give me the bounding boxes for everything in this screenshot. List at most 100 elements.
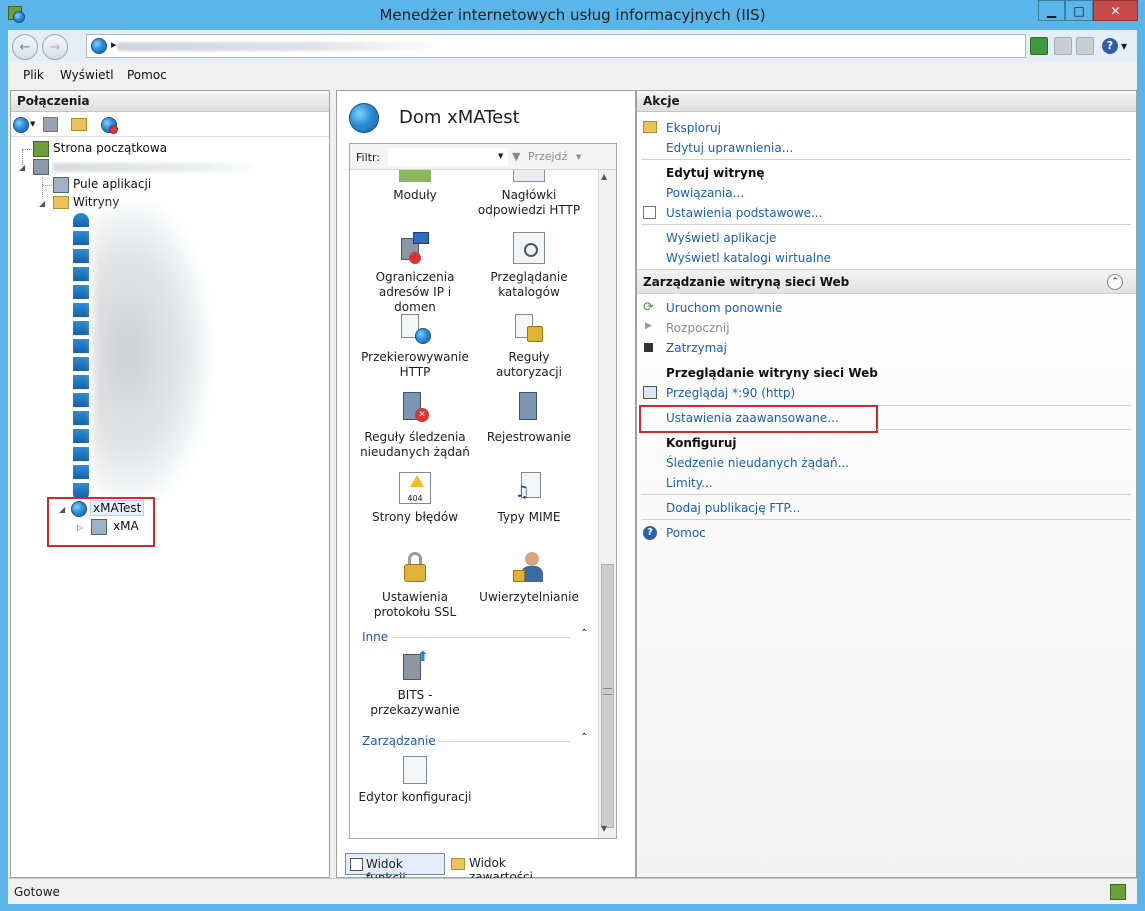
- action-restart[interactable]: Uruchom ponownie: [666, 301, 782, 315]
- tile-mime-types[interactable]: ♫ Typy MIME: [474, 472, 584, 525]
- logging-icon: [513, 392, 545, 424]
- close-button[interactable]: ✕: [1093, 0, 1138, 21]
- action-edit-permissions[interactable]: Edytuj uprawnienia...: [666, 141, 793, 155]
- server-name-redacted: [53, 163, 263, 172]
- action-basic-settings[interactable]: Ustawienia podstawowe...: [666, 206, 822, 220]
- connect-globe-icon[interactable]: [13, 117, 29, 133]
- action-browse[interactable]: Przeglądaj *:90 (http): [666, 386, 795, 400]
- manage-site-section[interactable]: Zarządzanie witryną sieci Web ⌃: [637, 269, 1136, 294]
- minimize-button[interactable]: ▁: [1038, 0, 1065, 21]
- tile-label: Ograniczenia: [375, 270, 455, 284]
- action-help[interactable]: Pomoc: [666, 526, 706, 540]
- action-start[interactable]: Rozpocznij: [666, 321, 730, 335]
- ssl-lock-icon: [399, 552, 431, 584]
- action-add-ftp-publishing[interactable]: Dodaj publikację FTP...: [666, 501, 800, 515]
- warning-icon: [410, 475, 424, 487]
- action-limits[interactable]: Limity...: [666, 476, 713, 490]
- help-button[interactable]: ? ▼: [1102, 36, 1132, 56]
- manage-site-heading: Zarządzanie witryną sieci Web: [643, 275, 850, 289]
- action-view-applications[interactable]: Wyświetl aplikacje: [666, 231, 776, 245]
- tile-label: Reguły autoryzacji: [496, 350, 562, 379]
- stop-icon[interactable]: [1054, 37, 1072, 55]
- connections-tree: Strona początkowa ◢ Pule aplikacji ◢ Wit…: [11, 139, 329, 877]
- tile-http-headers[interactable]: Nagłówki odpowiedzi HTTP: [474, 170, 584, 218]
- action-stop[interactable]: Zatrzymaj: [666, 341, 727, 355]
- scroll-down-icon[interactable]: ▼: [601, 824, 607, 833]
- title-bar[interactable]: Menedżer internetowych usług informacyjn…: [0, 0, 1145, 30]
- action-view-virtual-directories[interactable]: Wyświetl katalogi wirtualne: [666, 251, 831, 265]
- tile-label: przekazywanie: [370, 703, 460, 717]
- error-code-label: 404: [407, 494, 423, 503]
- folder-up-icon[interactable]: [71, 118, 87, 131]
- actions-panel: Akcje Eksploruj Edytuj uprawnienia... Ed…: [636, 90, 1137, 878]
- tile-error-pages[interactable]: 404 Strony błędów: [360, 472, 470, 525]
- chevron-down-icon: ▼: [1121, 41, 1128, 51]
- collapse-icon[interactable]: ◢: [19, 163, 25, 172]
- menu-bar: Plik Wyświetl Pomoc: [8, 62, 1137, 88]
- back-button[interactable]: ←: [12, 34, 38, 60]
- tile-failed-request-tracing[interactable]: ✕ Reguły śledzenia nieudanych żądań: [360, 392, 470, 460]
- window-title: Menedżer internetowych usług informacyjn…: [379, 6, 766, 24]
- go-button[interactable]: Przejdź: [528, 150, 567, 163]
- features-view-tab[interactable]: Widok funkcji: [345, 853, 445, 885]
- tile-bits[interactable]: ⬆ BITS - przekazywanie: [360, 650, 470, 718]
- monitor-icon: [413, 232, 429, 244]
- refresh-icon[interactable]: [1030, 37, 1048, 55]
- menu-file[interactable]: Plik: [23, 68, 44, 82]
- lock-icon: [527, 326, 543, 342]
- error-icon: ✕: [415, 408, 429, 422]
- collapse-group-icon[interactable]: ⌃: [580, 628, 588, 639]
- tile-logging[interactable]: Rejestrowanie: [474, 392, 584, 445]
- scroll-thumb[interactable]: [601, 564, 614, 828]
- tile-label: Reguły śledzenia: [364, 430, 466, 444]
- scroll-up-icon[interactable]: ▲: [601, 172, 607, 181]
- tile-modules[interactable]: Moduły: [360, 170, 470, 203]
- tile-authorization-rules[interactable]: Reguły autoryzacji: [474, 312, 584, 380]
- tile-authentication[interactable]: Uwierzytelnianie: [474, 552, 584, 605]
- globe-icon: [415, 328, 431, 344]
- page-title: Dom xMATest: [399, 107, 520, 128]
- failed-tracing-icon: ✕: [399, 392, 431, 424]
- music-note-icon: ♫: [515, 482, 530, 501]
- filter-input[interactable]: [388, 148, 508, 166]
- tile-configuration-editor[interactable]: Edytor konfiguracji: [350, 756, 480, 805]
- menu-help[interactable]: Pomoc: [127, 68, 167, 82]
- collapse-icon[interactable]: ◢: [39, 199, 45, 208]
- group-header-management[interactable]: Zarządzanie: [362, 734, 436, 748]
- save-icon[interactable]: [43, 117, 58, 132]
- forward-button[interactable]: →: [42, 34, 68, 60]
- scroll-grip-icon: [603, 688, 612, 695]
- upload-arrow-icon: ⬆: [417, 649, 429, 665]
- menu-view[interactable]: Wyświetl: [60, 68, 114, 82]
- maximize-button[interactable]: □: [1065, 0, 1093, 21]
- filter-icon[interactable]: ▼: [512, 150, 520, 163]
- server-icon: [33, 159, 49, 175]
- tile-http-redirect[interactable]: Przekierowywanie HTTP: [360, 312, 470, 380]
- collapse-section-icon[interactable]: ⌃: [1107, 274, 1123, 290]
- highlight-box-advanced: [639, 405, 878, 433]
- restart-icon: ⟳: [643, 300, 654, 315]
- deny-icon: [409, 252, 421, 264]
- client-area: Połączenia ▼ Strona początkowa ◢ Pule ap…: [8, 88, 1137, 885]
- connections-panel: Połączenia ▼ Strona początkowa ◢ Pule ap…: [10, 90, 330, 878]
- chevron-down-icon[interactable]: ▼: [30, 120, 35, 128]
- home-icon[interactable]: [1076, 37, 1094, 55]
- chevron-down-icon[interactable]: ▼: [576, 153, 581, 161]
- vertical-scrollbar[interactable]: ▲ ▼: [598, 170, 616, 838]
- action-bindings[interactable]: Powiązania...: [666, 186, 744, 200]
- magnifier-icon: [524, 243, 538, 257]
- lock-body: [404, 564, 426, 582]
- action-failed-request-tracing[interactable]: Śledzenie nieudanych żądań...: [666, 456, 849, 470]
- user-lock-icon: [513, 552, 545, 584]
- address-input[interactable]: ▸: [86, 34, 1026, 58]
- feature-grid: Moduły Nagłówki odpowiedzi HTTP Ogranicz…: [350, 170, 598, 838]
- tile-ip-restrictions[interactable]: Ograniczenia adresów IP i domen: [360, 232, 470, 315]
- tile-label: nieudanych żądań: [360, 445, 470, 459]
- group-header-other[interactable]: Inne: [362, 630, 388, 644]
- tile-directory-browsing[interactable]: Przeglądanie katalogów: [474, 232, 584, 300]
- content-view-tab[interactable]: Widok zawartości: [449, 853, 569, 884]
- chevron-down-icon[interactable]: ▼: [498, 152, 503, 160]
- tile-ssl-settings[interactable]: Ustawienia protokołu SSL: [360, 552, 470, 620]
- action-explore[interactable]: Eksploruj: [666, 121, 721, 135]
- collapse-group-icon[interactable]: ⌃: [580, 732, 588, 743]
